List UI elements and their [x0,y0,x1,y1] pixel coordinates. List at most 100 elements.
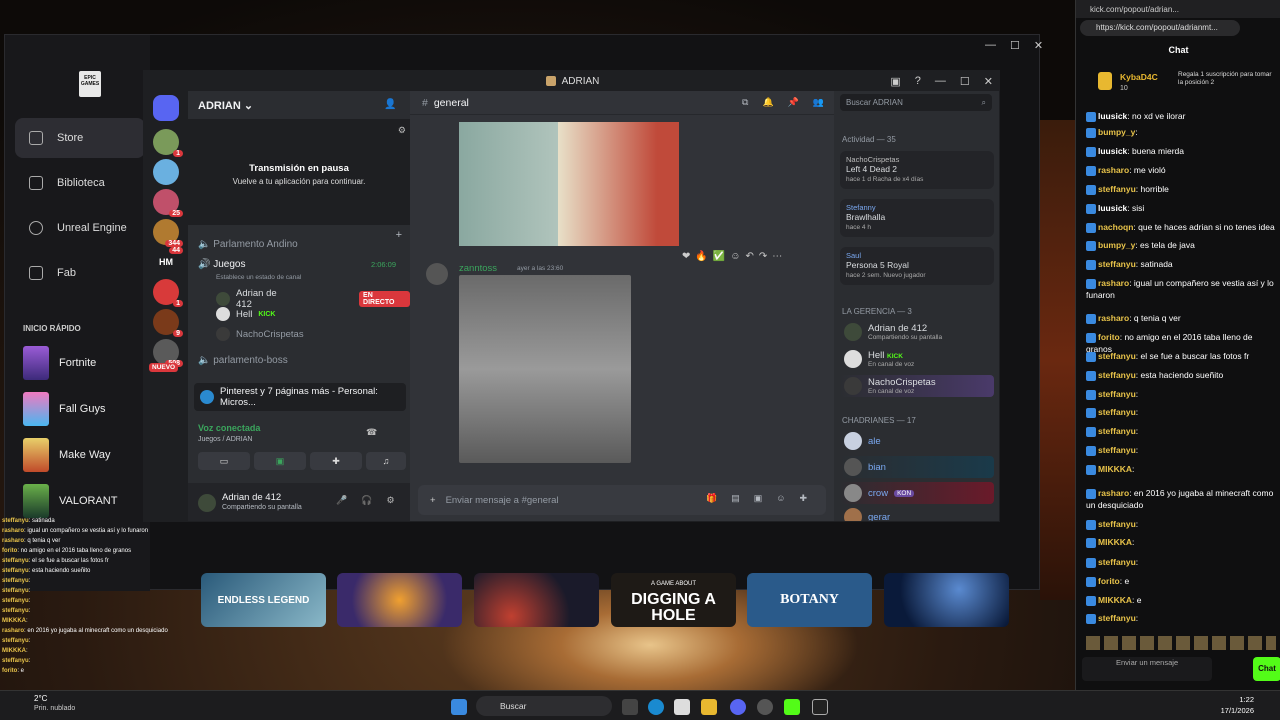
folder-icon[interactable] [701,699,717,715]
gift-icon[interactable]: 🎁 [706,493,717,504]
threads-icon[interactable]: ⧉ [742,97,748,108]
server-item[interactable]: 1 [153,129,183,157]
epic-logo[interactable]: EPIC GAMES [79,71,101,97]
close-icon[interactable]: ✕ [1034,39,1043,52]
chat-username[interactable]: steffanyu [1098,407,1136,417]
chat-username[interactable]: rasharo [1098,165,1129,175]
browser-share-popup[interactable]: Pinterest y 7 páginas más - Personal: Mi… [194,383,406,411]
weather-desc[interactable]: Prin. nublado [34,705,75,712]
chat-username[interactable]: MIKKKA [1098,537,1132,547]
chat-username[interactable]: luusick [1098,203,1127,213]
voice-channel-boss[interactable]: 🔈 parlamento-boss [198,355,288,366]
message-author[interactable]: zanntoss [459,263,497,274]
member-item[interactable]: Hell KICK En canal de voz [840,348,994,370]
fire-reaction-icon[interactable]: 🔥 [695,251,707,262]
chat-username[interactable]: steffanyu [1098,557,1136,567]
gear-icon[interactable]: ⚙ [386,495,394,506]
chat-username[interactable]: steffanyu [1098,259,1136,269]
nav-fab[interactable]: Fab [15,253,145,293]
server-item[interactable]: 1 [153,279,183,307]
member-item[interactable]: crow KON [840,482,994,504]
server-item[interactable]: HM 44 [153,247,183,275]
chat-username[interactable]: MIKKKA [1098,595,1132,605]
carousel-card[interactable] [474,573,599,627]
app-icon[interactable] [757,699,773,715]
forward-icon[interactable]: ↷ [759,251,767,262]
emoji-icon[interactable]: ☺ [776,493,785,504]
chat-username[interactable]: bumpy_y [1098,240,1135,250]
plus-icon[interactable]: + [430,495,436,506]
game-fortnite[interactable]: Fortnite [23,345,96,381]
minimize-icon[interactable]: — [985,39,996,52]
url-bar[interactable]: https://kick.com/popout/adrianmt... [1080,20,1240,36]
add-member-icon[interactable]: 👤 [384,99,396,110]
chat-username[interactable]: steffanyu [1098,389,1136,399]
screen-share-button[interactable]: ▣ [254,452,306,470]
headphones-icon[interactable]: 🎧 [361,495,372,506]
game-makeway[interactable]: Make Way [23,437,111,473]
epic-icon[interactable] [812,699,828,715]
activity-card[interactable]: Stefanny Brawlhalla hace 4 h [840,199,994,237]
nav-unreal[interactable]: Unreal Engine [15,208,145,248]
game-fallguys[interactable]: Fall Guys [23,391,105,427]
carousel-card[interactable]: A GAME ABOUT DIGGING A HOLE [611,573,736,627]
taskbar-search[interactable]: Buscar [476,696,612,716]
game-valorant[interactable]: VALORANT [23,483,117,519]
settings-icon[interactable]: ⚙ [398,125,406,136]
activity-card[interactable]: NachoCrispetas Left 4 Dead 2 hace 1 d Rach… [840,151,994,189]
server-item[interactable]: 9 [153,309,183,337]
inbox-icon[interactable]: ▣ [890,75,900,88]
help-icon[interactable]: ? [915,75,921,88]
soundboard-button[interactable]: ♫ [366,452,406,470]
reply-icon[interactable]: ↶ [746,251,754,262]
voice-connected-label[interactable]: Voz conectada [198,423,260,433]
server-name[interactable]: ADRIAN ⌄ [198,99,253,112]
chat-input[interactable]: Enviar un mensaje [1082,657,1212,681]
chat-username[interactable]: steffanyu [1098,351,1136,361]
chat-username[interactable]: steffanyu [1098,445,1136,455]
chat-username[interactable]: luusick [1098,111,1127,121]
gift-cta[interactable]: Regala 1 suscripción para tomar la posic… [1178,71,1278,87]
carousel-card[interactable]: BOTANY [747,573,872,627]
task-view-icon[interactable] [622,699,638,715]
carousel-card[interactable]: ENDLESS LEGEND [201,573,326,627]
check-reaction-icon[interactable]: ✅ [713,251,725,262]
discord-icon[interactable] [730,699,746,715]
server-item[interactable] [153,159,179,185]
avatar[interactable] [198,494,216,512]
clock-time[interactable]: 1:22 [1200,695,1254,704]
member-item[interactable]: Adrian de 412 Compartiendo su pantalla [840,321,994,343]
chat-username[interactable]: steffanyu [1098,370,1136,380]
bell-icon[interactable]: 🔔 [762,97,773,108]
kick-icon[interactable] [784,699,800,715]
maximize-icon[interactable]: ☐ [960,75,970,88]
chat-username[interactable]: forito [1098,576,1120,586]
add-reaction-icon[interactable]: ☺ [730,251,740,262]
apps-icon[interactable]: ✚ [799,493,807,504]
member-item[interactable]: bian [840,456,994,478]
pin-icon[interactable]: 📌 [788,97,799,108]
close-icon[interactable]: ✕ [984,75,993,88]
clock-date[interactable]: 17/1/2026 [1200,706,1254,715]
stream-preview[interactable]: Transmisión en pausa Vuelve a tu aplicac… [188,119,410,225]
voice-user[interactable]: NachoCrispetas [216,327,304,341]
microphone-icon[interactable]: 🎤 [336,495,347,506]
member-item[interactable]: ale [840,430,994,452]
channel-status[interactable]: Establece un estado de canal [216,274,301,281]
maximize-icon[interactable]: ☐ [1010,39,1020,52]
activity-card[interactable]: Saul Persona 5 Royal hace 2 sem. Nuevo jug… [840,247,994,285]
chat-username[interactable]: rasharo [1098,488,1129,498]
start-icon[interactable] [451,699,467,715]
member-item[interactable]: gerar [840,506,994,521]
chat-username[interactable]: rasharo [1098,278,1129,288]
members-icon[interactable]: 👥 [813,97,824,108]
nav-store[interactable]: Store [15,118,145,158]
server-item[interactable]: 25 [153,189,183,217]
weather-temp[interactable]: 2°C [34,694,47,703]
discord-home-icon[interactable] [153,95,179,121]
carousel-card[interactable] [884,573,1009,627]
chat-username[interactable]: rasharo [1098,313,1129,323]
sticker-icon[interactable]: ▣ [754,493,763,504]
gif-icon[interactable]: ▤ [731,493,740,504]
chat-username[interactable]: steffanyu [1098,519,1136,529]
